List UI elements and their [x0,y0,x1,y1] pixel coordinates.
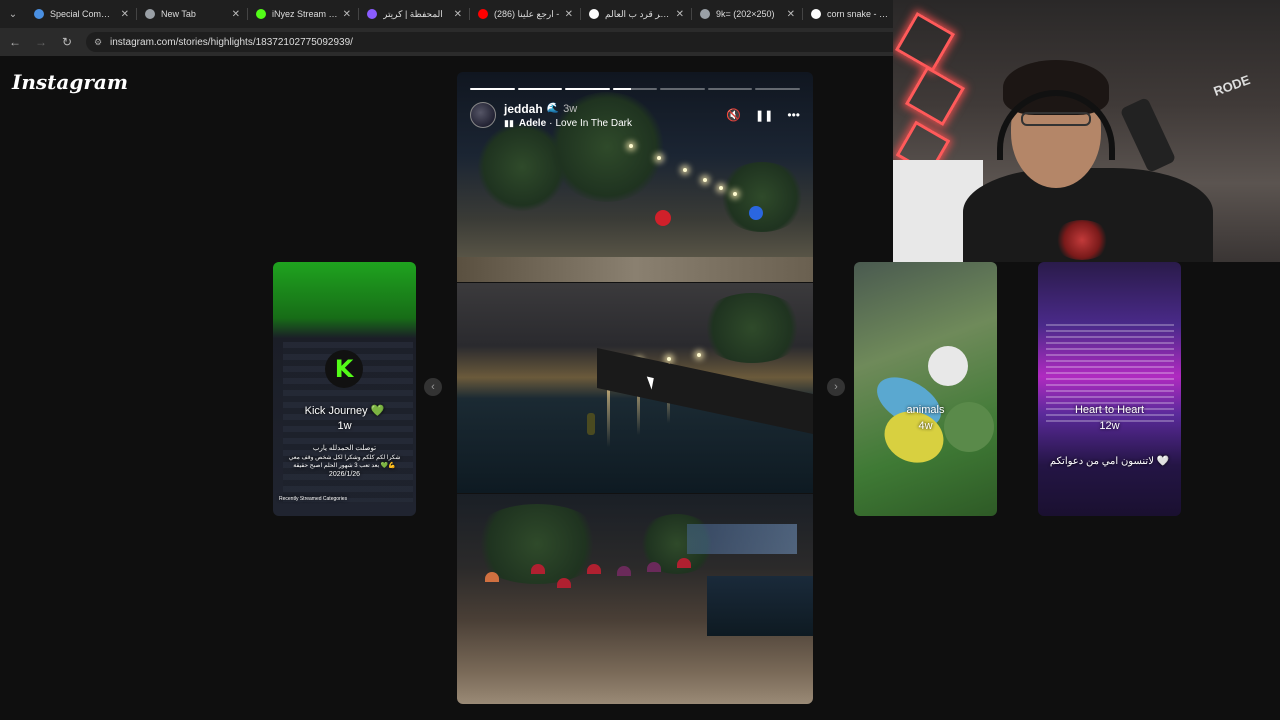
highlight-card-kick-journey[interactable]: K Kick Journey 💚 1w توصلت الحمدلله يارب … [273,262,416,516]
tab-title: iNyez Stream - W [272,9,339,19]
story-photo-waterfront [457,283,813,493]
tab-favicon-icon [700,9,710,19]
tab-title: corn snake - بحث [827,8,894,19]
progress-segment [707,88,753,90]
close-tab-icon[interactable]: ✕ [454,9,462,20]
story-music[interactable]: ▮▮ Adele · Love In The Dark [504,118,632,129]
browser-tab[interactable]: اصغر قرد ب العالم ✕ [581,0,692,28]
browser-tab[interactable]: المحفظة | كريتر ✕ [359,0,470,28]
tab-title: 9k= (202×250) [716,9,775,19]
close-tab-icon[interactable]: ✕ [121,9,129,20]
highlight-caption: لاتنسون امي من دعواتكم 🤍 [1049,456,1170,467]
story-progress-bar [470,88,801,90]
browser-tab[interactable]: New Tab ✕ [137,0,248,28]
tab-title: المحفظة | كريتر [383,8,443,19]
progress-fill [612,88,631,90]
forward-icon[interactable]: → [30,31,52,53]
story-age: 3w [563,102,578,115]
tab-favicon-icon [145,9,155,19]
site-info-icon[interactable]: ⚙ [94,37,104,47]
story-photo-beach [457,494,813,704]
highlight-card-animals[interactable]: animals 4w [854,262,997,516]
browser-tab[interactable]: iNyez Stream - W ✕ [248,0,359,28]
tab-strip: Special Comman ✕ New Tab ✕ iNyez Stream - W ✕… [26,0,914,28]
progress-segment [470,88,515,90]
tab-favicon-icon [478,9,488,19]
url-input[interactable]: ⚙ instagram.com/stories/highlights/18372… [86,32,926,52]
close-tab-icon[interactable]: ✕ [787,9,795,20]
browser-tab[interactable]: (286) ارجع علينا - ✕ [470,0,581,28]
highlight-age: 12w [1099,420,1120,432]
tab-favicon-icon [367,9,377,19]
instagram-logo[interactable]: Instagram [12,70,128,94]
tab-title: اصغر قرد ب العالم [605,8,672,19]
highlight-caption-line: 2026/1/26 [328,471,361,478]
story-header: jeddah 🌊 3w ▮▮ Adele · Love In The Dark … [470,100,800,130]
close-tab-icon[interactable]: ✕ [565,9,573,20]
tab-title: New Tab [161,9,196,19]
more-options-icon[interactable]: ••• [787,108,800,122]
music-song: Love In The Dark [555,117,633,129]
tab-favicon-icon [34,9,44,19]
close-tab-icon[interactable]: ✕ [676,9,684,20]
reload-icon[interactable]: ↻ [56,31,78,53]
progress-segment [755,88,801,90]
progress-segment [517,88,563,90]
shirt-logo-icon [1053,220,1111,260]
kick-logo-icon: K [325,350,363,388]
tab-search-icon[interactable]: ⌄ [0,0,26,28]
music-bars-icon: ▮▮ [504,117,514,128]
back-icon[interactable]: ← [4,31,26,53]
url-text: instagram.com/stories/highlights/1837210… [110,36,353,48]
music-artist: Adele [518,117,547,129]
previous-story-icon[interactable]: ‹ [424,378,442,396]
microphone-icon [1119,96,1177,174]
highlight-title: Kick Journey 💚 [304,405,385,417]
highlight-caption-line: Recently Streamed Categories [279,496,348,502]
story-username[interactable]: jeddah [504,102,543,116]
next-story-icon[interactable]: › [827,378,845,396]
tab-title: Special Comman [50,9,117,19]
highlight-age: 4w [918,420,933,432]
progress-segment [612,88,658,90]
highlight-caption-line: توصلت الحمدلله يارب [312,445,377,452]
story-viewer[interactable]: jeddah 🌊 3w ▮▮ Adele · Love In The Dark … [457,72,813,704]
wave-icon: 🌊 [546,103,560,114]
mic-brand: RODE [1211,72,1252,99]
highlight-caption-line: بعد تعب 3 شهور الحلم اصبح حقيقة 💚💪 [293,463,396,469]
close-tab-icon[interactable]: ✕ [343,9,351,20]
browser-tab[interactable]: Special Comman ✕ [26,0,137,28]
pause-icon[interactable]: ❚❚ [755,109,773,122]
music-separator: · [549,117,553,129]
progress-fill [470,88,515,90]
progress-segment [565,88,610,90]
progress-segment [660,88,705,90]
browser-tab[interactable]: 9k= (202×250) ✕ [692,0,803,28]
tab-favicon-icon [589,9,599,19]
webcam-overlay: RODE [893,0,1280,262]
progress-fill [565,88,610,90]
highlight-age: 1w [337,420,352,432]
tab-title: (286) ارجع علينا - [494,8,560,19]
tab-favicon-icon [811,9,821,19]
highlight-title: Heart to Heart [1074,404,1145,416]
highlight-caption-line: شكرا لكم كلكم وشكرا لكل شخص وقف معي [288,455,401,461]
close-tab-icon[interactable]: ✕ [232,9,240,20]
progress-fill [517,88,563,90]
highlight-title: animals [906,404,945,416]
mute-icon[interactable]: 🔇 [726,108,741,122]
avatar[interactable] [470,102,496,128]
tab-favicon-icon [256,9,266,19]
highlight-card-heart-to-heart[interactable]: Heart to Heart 12w لاتنسون امي من دعواتك… [1038,262,1181,516]
